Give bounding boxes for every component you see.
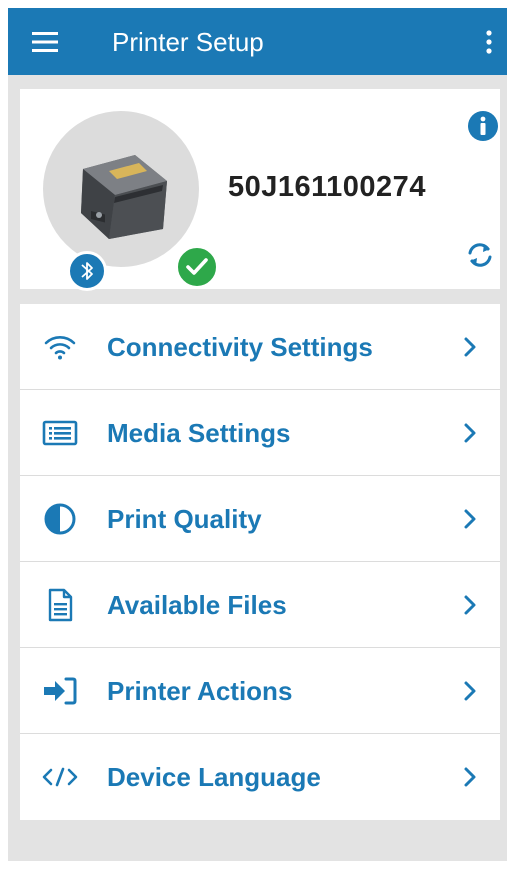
chevron-right-icon: [464, 337, 476, 357]
menu-item-available-files[interactable]: Available Files: [20, 562, 500, 648]
chevron-right-icon: [464, 595, 476, 615]
media-list-icon: [42, 420, 78, 446]
contrast-icon: [44, 503, 76, 535]
info-icon[interactable]: [466, 109, 500, 143]
wifi-icon: [44, 336, 76, 360]
printer-card[interactable]: 50J161100274: [20, 89, 500, 291]
printer-serial: 50J161100274: [228, 171, 426, 203]
menu-item-label: Media Settings: [107, 418, 291, 448]
menu-item-media-settings[interactable]: Media Settings: [20, 390, 500, 476]
app-screen: Printer Setup 50J161100274 Connectivity …: [8, 8, 507, 861]
check-icon: [186, 258, 208, 275]
menu-item-label: Printer Actions: [107, 676, 293, 706]
menu-item-device-language[interactable]: Device Language: [20, 734, 500, 820]
refresh-icon[interactable]: [464, 239, 496, 271]
settings-menu: Connectivity Settings Media Settings Pri…: [20, 304, 500, 820]
menu-item-printer-actions[interactable]: Printer Actions: [20, 648, 500, 734]
more-options-icon[interactable]: [477, 24, 501, 60]
page-title: Printer Setup: [112, 27, 264, 57]
hamburger-menu-icon[interactable]: [28, 25, 62, 59]
menu-item-label: Device Language: [107, 762, 321, 792]
bluetooth-badge: [67, 251, 107, 291]
menu-item-label: Available Files: [107, 590, 287, 620]
status-badge: [175, 245, 219, 289]
bluetooth-icon: [81, 262, 93, 280]
sign-in-icon: [44, 677, 77, 705]
chevron-right-icon: [464, 509, 476, 529]
code-icon: [42, 767, 78, 787]
menu-item-label: Connectivity Settings: [107, 332, 373, 362]
chevron-right-icon: [464, 681, 476, 701]
file-icon: [48, 588, 73, 622]
menu-item-connectivity-settings[interactable]: Connectivity Settings: [20, 304, 500, 390]
chevron-right-icon: [464, 767, 476, 787]
chevron-right-icon: [464, 423, 476, 443]
menu-item-print-quality[interactable]: Print Quality: [20, 476, 500, 562]
app-bar: Printer Setup: [8, 8, 507, 75]
menu-item-label: Print Quality: [107, 504, 262, 534]
printer-avatar: [43, 111, 219, 291]
printer-image: [81, 155, 167, 239]
